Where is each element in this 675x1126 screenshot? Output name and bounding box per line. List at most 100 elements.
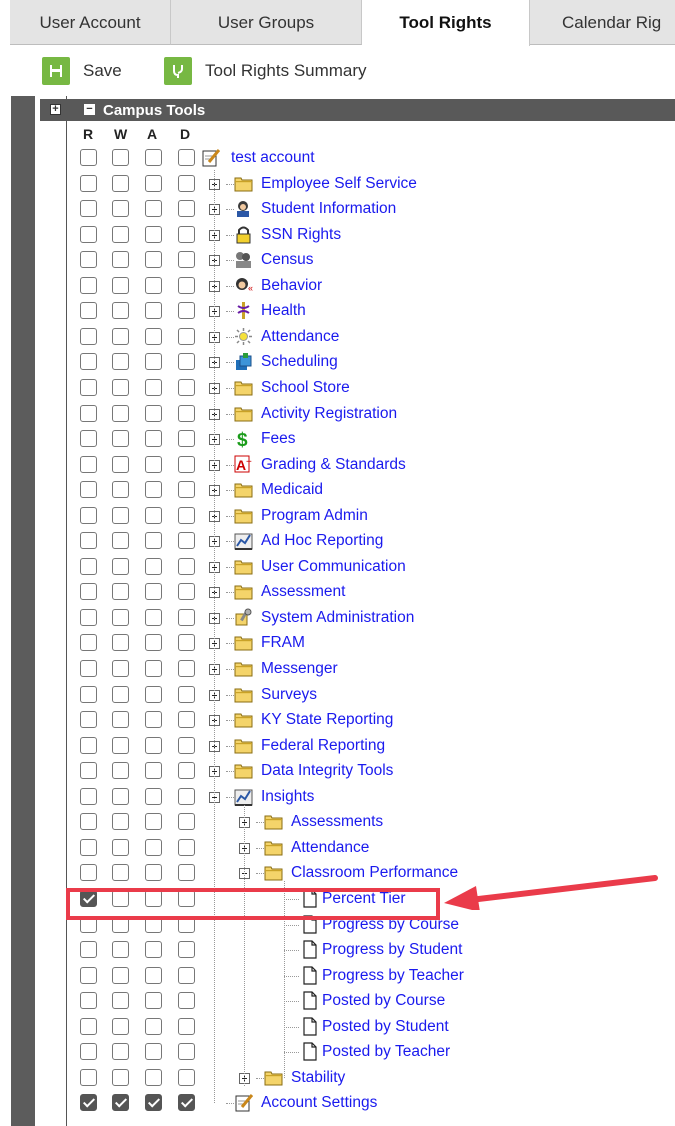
rights-checkbox-w[interactable] (112, 302, 129, 320)
rights-checkbox-w[interactable] (112, 1043, 129, 1061)
tree-item-label[interactable]: Employee Self Service (261, 175, 417, 193)
rights-checkbox-r[interactable] (80, 711, 97, 729)
rights-checkbox-a[interactable] (145, 1043, 162, 1061)
rights-checkbox-a[interactable] (145, 711, 162, 729)
rights-checkbox-w[interactable] (112, 532, 129, 550)
tree-item-label[interactable]: Federal Reporting (261, 737, 385, 755)
tree-item-label[interactable]: Behavior (261, 277, 322, 295)
rights-checkbox-a[interactable] (145, 1094, 162, 1112)
rights-checkbox-a[interactable] (145, 583, 162, 601)
rights-checkbox-w[interactable] (112, 864, 129, 882)
tree-item-label[interactable]: Insights (261, 788, 314, 806)
rights-checkbox-r[interactable] (80, 302, 97, 320)
rights-checkbox-w[interactable] (112, 660, 129, 677)
tree-item-label[interactable]: Progress by Teacher (322, 967, 464, 985)
rights-checkbox-r[interactable] (80, 149, 97, 166)
rights-checkbox-r[interactable] (80, 966, 97, 984)
rights-checkbox-w[interactable] (112, 200, 129, 218)
rights-checkbox-a[interactable] (145, 200, 162, 218)
rights-checkbox-w[interactable] (112, 736, 129, 754)
tree-item-label[interactable]: Data Integrity Tools (261, 762, 393, 780)
tree-item-label[interactable]: Student Information (261, 200, 396, 218)
rights-checkbox-r[interactable] (80, 404, 97, 422)
tree-item-label[interactable]: Messenger (261, 660, 338, 678)
tree-item-label[interactable]: User Communication (261, 558, 406, 576)
rights-checkbox-d[interactable] (178, 149, 195, 166)
tree-item-label[interactable]: Progress by Student (322, 941, 462, 959)
rights-checkbox-r[interactable] (80, 992, 97, 1010)
rights-checkbox-a[interactable] (145, 404, 162, 422)
rights-checkbox-d[interactable] (178, 225, 195, 243)
rights-checkbox-a[interactable] (145, 660, 162, 677)
rights-checkbox-w[interactable] (112, 327, 129, 345)
rights-checkbox-a[interactable] (145, 251, 162, 269)
rights-checkbox-r[interactable] (80, 864, 97, 882)
tree-item-label[interactable]: Stability (291, 1069, 345, 1087)
tree-item-label[interactable]: Posted by Teacher (322, 1043, 450, 1061)
rights-checkbox-d[interactable] (178, 200, 195, 218)
rights-checkbox-r[interactable] (80, 1068, 97, 1086)
rights-checkbox-a[interactable] (145, 149, 162, 166)
rights-checkbox-r[interactable] (80, 762, 97, 780)
rights-checkbox-r[interactable] (80, 1043, 97, 1061)
rights-checkbox-w[interactable] (112, 404, 129, 422)
rights-checkbox-r[interactable] (80, 481, 97, 499)
rights-checkbox-w[interactable] (112, 634, 129, 652)
rights-checkbox-a[interactable] (145, 813, 162, 831)
tree-item-label[interactable]: Medicaid (261, 481, 323, 499)
rights-checkbox-a[interactable] (145, 992, 162, 1010)
tool-rights-summary-button[interactable]: Tool Rights Summary (164, 54, 367, 88)
rights-checkbox-w[interactable] (112, 225, 129, 243)
rights-checkbox-r[interactable] (80, 327, 97, 345)
rights-checkbox-r[interactable] (80, 378, 97, 396)
rights-checkbox-d[interactable] (178, 1043, 195, 1061)
rights-checkbox-d[interactable] (178, 1068, 195, 1086)
rights-checkbox-d[interactable] (178, 506, 195, 524)
rights-checkbox-d[interactable] (178, 276, 195, 294)
rights-checkbox-w[interactable] (112, 1017, 129, 1035)
rights-checkbox-w[interactable] (112, 1094, 129, 1112)
tree-item-label[interactable]: Assessments (291, 813, 383, 831)
rights-checkbox-w[interactable] (112, 762, 129, 780)
rights-checkbox-w[interactable] (112, 813, 129, 831)
rights-checkbox-a[interactable] (145, 327, 162, 345)
rights-checkbox-a[interactable] (145, 634, 162, 652)
rights-checkbox-r[interactable] (80, 583, 97, 601)
rights-checkbox-d[interactable] (178, 583, 195, 601)
rights-checkbox-a[interactable] (145, 430, 162, 448)
rights-checkbox-r[interactable] (80, 660, 97, 677)
rights-checkbox-a[interactable] (145, 838, 162, 856)
tree-item-label[interactable]: School Store (261, 379, 350, 397)
rights-checkbox-r[interactable] (80, 353, 97, 371)
collapse-icon[interactable]: − (84, 104, 95, 115)
rights-checkbox-a[interactable] (145, 966, 162, 984)
rights-checkbox-d[interactable] (178, 302, 195, 320)
tree-item-label[interactable]: KY State Reporting (261, 711, 393, 729)
rights-checkbox-r[interactable] (80, 941, 97, 959)
rights-checkbox-r[interactable] (80, 1017, 97, 1035)
rights-checkbox-w[interactable] (112, 608, 129, 626)
rights-checkbox-w[interactable] (112, 838, 129, 856)
tree-item-label[interactable]: Assessment (261, 583, 345, 601)
rights-checkbox-a[interactable] (145, 174, 162, 192)
rights-checkbox-d[interactable] (178, 1017, 195, 1035)
rights-checkbox-r[interactable] (80, 557, 97, 575)
rights-checkbox-r[interactable] (80, 685, 97, 703)
rights-checkbox-w[interactable] (112, 506, 129, 524)
rights-checkbox-d[interactable] (178, 174, 195, 192)
rights-checkbox-w[interactable] (112, 941, 129, 959)
tree-item-label[interactable]: Program Admin (261, 507, 368, 525)
rights-checkbox-a[interactable] (145, 276, 162, 294)
rights-checkbox-d[interactable] (178, 864, 195, 882)
rights-checkbox-d[interactable] (178, 608, 195, 626)
rights-checkbox-w[interactable] (112, 557, 129, 575)
rights-checkbox-a[interactable] (145, 302, 162, 320)
rights-checkbox-w[interactable] (112, 353, 129, 371)
rights-checkbox-w[interactable] (112, 149, 129, 166)
rights-checkbox-d[interactable] (178, 992, 195, 1010)
tree-item-label[interactable]: Posted by Course (322, 992, 445, 1010)
rights-checkbox-d[interactable] (178, 481, 195, 499)
rights-checkbox-a[interactable] (145, 481, 162, 499)
tree-item-label[interactable]: test account (231, 149, 315, 167)
rights-checkbox-d[interactable] (178, 251, 195, 269)
